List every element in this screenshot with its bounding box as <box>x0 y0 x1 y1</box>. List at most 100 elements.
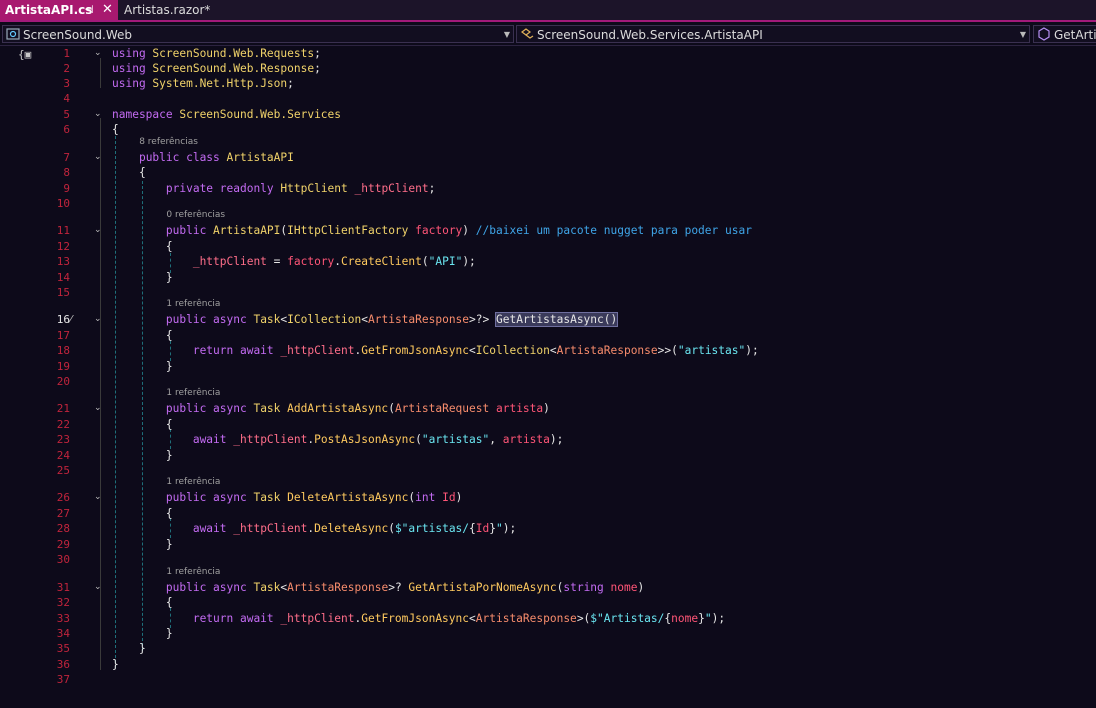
code-line[interactable]: 17 { <box>0 328 1096 343</box>
code-line[interactable]: 28 await _httpClient.DeleteAsync($"artis… <box>0 521 1096 536</box>
code-line[interactable]: 21 ⌄ public async Task AddArtistaAsync(Ar… <box>0 388 1096 416</box>
code-line[interactable]: 24 } <box>0 448 1096 463</box>
code-line[interactable]: 12 { <box>0 239 1096 254</box>
code-line[interactable]: 7 ⌄ public class ArtistaAPI 8 referências <box>0 137 1096 165</box>
line-number: 23 <box>56 433 70 446</box>
code-line[interactable]: 20 <box>0 374 1096 389</box>
close-icon[interactable]: ✕ <box>102 0 113 20</box>
code-line[interactable]: 10 <box>0 196 1096 211</box>
code-line[interactable]: 36} <box>0 657 1096 672</box>
code-text: { <box>112 239 173 254</box>
codelens-references[interactable]: 1 referência <box>166 299 220 309</box>
code-token: factory <box>415 224 463 237</box>
code-line[interactable]: 13 _httpClient = factory.CreateClient("A… <box>0 254 1096 269</box>
code-token: } <box>489 522 497 535</box>
code-line[interactable]: 26 ⌄ public async Task DeleteArtistaAsync… <box>0 477 1096 505</box>
code-line[interactable]: 14 } <box>0 270 1096 285</box>
codelens-references[interactable]: 0 referências <box>166 210 225 220</box>
code-line[interactable]: 18 return await _httpClient.GetFromJsonA… <box>0 343 1096 358</box>
fold-chevron-icon[interactable]: ⌄ <box>94 226 103 235</box>
code-text: { <box>112 165 146 180</box>
code-token: } <box>698 612 705 625</box>
code-line[interactable]: 8 { <box>0 165 1096 180</box>
project-dropdown[interactable]: ScreenSound.Web ▼ <box>2 25 514 43</box>
code-line[interactable]: 15 <box>0 285 1096 300</box>
fold-chevron-icon[interactable]: ⌄ <box>94 493 103 502</box>
fold-chevron-icon[interactable]: ⌄ <box>94 153 103 162</box>
code-text: } <box>112 657 119 672</box>
code-line[interactable]: 27 { <box>0 506 1096 521</box>
code-token: ArtistaAPI <box>226 151 294 164</box>
code-line[interactable]: 37 <box>0 672 1096 687</box>
code-token: DeleteArtistaAsync <box>287 491 409 504</box>
fold-chevron-icon[interactable]: ⌄ <box>94 49 103 58</box>
code-token: public async <box>165 581 254 594</box>
code-token: ICollection <box>287 313 362 326</box>
code-line[interactable]: 4 <box>0 91 1096 106</box>
tab-artistaapi-cs[interactable]: ArtistaAPI.cs ⊣ ✕ <box>0 0 118 20</box>
line-number: 6 <box>63 123 70 136</box>
code-line[interactable]: 23 await _httpClient.PostAsJsonAsync("ar… <box>0 432 1096 447</box>
code-token: { <box>112 507 173 520</box>
code-line[interactable]: 11 ⌄ public ArtistaAPI(IHttpClientFactory… <box>0 210 1096 238</box>
code-token: ); <box>711 612 726 625</box>
code-token: return await <box>192 612 281 625</box>
codelens-references[interactable]: 1 referência <box>166 567 220 577</box>
code-line[interactable]: 30 <box>0 552 1096 567</box>
code-text: { <box>112 328 173 343</box>
code-line[interactable]: 33 return await _httpClient.GetFromJsonA… <box>0 611 1096 626</box>
codelens-references[interactable]: 1 referência <box>166 388 220 398</box>
code-line[interactable]: 16 ⁄ ⌄ public async Task<ICollection<Artis… <box>0 299 1096 327</box>
tab-artistas-razor[interactable]: Artistas.razor* <box>124 0 210 20</box>
code-line[interactable]: 34 } <box>0 626 1096 641</box>
pin-icon[interactable]: ⊣ <box>84 0 94 20</box>
member-dropdown[interactable]: GetArtist <box>1033 25 1096 43</box>
code-line[interactable]: 32 { <box>0 595 1096 610</box>
chevron-down-icon: ▼ <box>503 30 510 39</box>
line-number: 11 <box>56 224 70 237</box>
fold-chevron-icon[interactable]: ⌄ <box>94 110 103 119</box>
code-token: { <box>469 522 476 535</box>
code-token: _httpClient <box>233 433 308 446</box>
code-line[interactable]: 9 private readonly HttpClient _httpClien… <box>0 181 1096 196</box>
code-line[interactable]: 3 using System.Net.Http.Json; <box>0 76 1096 91</box>
code-token: ArtistaResponse <box>368 313 470 326</box>
type-dropdown[interactable]: ScreenSound.Web.Services.ArtistaAPI ▼ <box>516 25 1030 43</box>
chevron-down-icon: ▼ <box>1019 30 1026 39</box>
code-line[interactable]: 5 ⌄ namespace ScreenSound.Web.Services <box>0 107 1096 122</box>
code-token: ArtistaResponse <box>287 581 389 594</box>
codelens-references[interactable]: 8 referências <box>139 137 198 147</box>
line-number: 31 <box>56 581 70 594</box>
code-line[interactable]: 6{ <box>0 122 1096 137</box>
line-number: 29 <box>56 538 70 551</box>
code-line[interactable]: 1 ⌄ using ScreenSound.Web.Requests; <box>0 46 1096 61</box>
code-token: ArtistaResponse <box>475 612 577 625</box>
codelens-references[interactable]: 1 referência <box>166 477 220 487</box>
code-text: } <box>112 537 173 552</box>
fold-chevron-icon[interactable]: ⌄ <box>94 583 103 592</box>
code-token: "API" <box>428 255 463 268</box>
line-number: 8 <box>63 166 70 179</box>
code-line[interactable]: 31 ⌄ public async Task<ArtistaResponse>? … <box>0 567 1096 595</box>
code-line[interactable]: 22 { <box>0 417 1096 432</box>
code-token: ; <box>287 77 294 90</box>
code-editor[interactable]: {▣ 1 ⌄ using ScreenSound.Web.Requests; 2 usi… <box>0 46 1096 708</box>
fold-chevron-icon[interactable]: ⌄ <box>94 315 103 324</box>
line-number: 37 <box>56 673 70 686</box>
code-line[interactable]: 2 using ScreenSound.Web.Response; <box>0 61 1096 76</box>
code-line[interactable]: 25 <box>0 463 1096 478</box>
code-text: _httpClient = factory.CreateClient("API"… <box>112 254 476 269</box>
code-cleanup-brush-icon[interactable]: ⁄ <box>70 312 72 327</box>
code-token: public async <box>165 491 254 504</box>
code-line[interactable]: 35 } <box>0 641 1096 656</box>
code-token: Id <box>475 522 490 535</box>
code-line[interactable]: 19 } <box>0 359 1096 374</box>
code-token: >? <box>388 581 409 594</box>
code-line[interactable]: 29 } <box>0 537 1096 552</box>
code-token: ) <box>543 402 550 415</box>
fold-chevron-icon[interactable]: ⌄ <box>94 404 103 413</box>
code-text: { <box>112 595 173 610</box>
